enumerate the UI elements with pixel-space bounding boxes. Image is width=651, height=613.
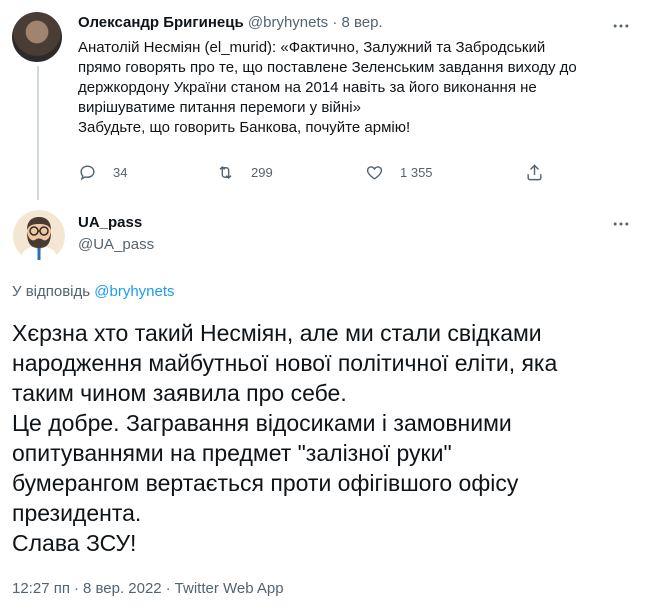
reply-text-line: Слава ЗСУ! [12,530,137,556]
share-icon [527,164,542,181]
reply-text-line: опитуваннями на предмет "залізної руки" [12,440,452,466]
replying-to-label: У відповідь @bryhynets [12,283,175,300]
more-horizontal-icon [613,222,629,226]
parent-author-avatar[interactable] [12,12,62,62]
reply-text-line: Це добре. Загравання відосиками і замовн… [12,410,512,436]
thread-connector-line [37,66,39,200]
parent-tweet-date[interactable]: 8 вер. [342,14,383,31]
retweet-count: 299 [251,165,273,180]
reply-author-handle[interactable]: @UA_pass [78,236,154,253]
reply-tweet-text: Хєрзна хто такий Несміян, але ми стали с… [12,318,632,558]
header-separator: · [332,14,338,31]
reply-text-line: бумерангом вертається проти офігівшого о… [12,470,519,496]
parent-more-options-button[interactable] [609,14,633,38]
like-button[interactable]: 1 355 [365,163,433,182]
parent-text-line: держкордону України станом на 2014 навіт… [78,79,537,96]
reply-author-avatar[interactable] [13,210,65,262]
reply-text-line: народження майбутньої нової політичної е… [12,350,558,376]
parent-text-line: Забудьте, що говорить Банкова, почуйте а… [78,119,411,136]
heart-icon [366,166,383,180]
reply-text-line: таким чином заявила про себе. [12,380,347,406]
reply-more-options-button[interactable] [609,212,633,236]
reply-icon [80,165,95,181]
parent-text-line: Анатолій Несміян (el_murid): «Фактично, … [78,39,546,56]
parent-tweet-actions: 34 299 1 355 [78,163,558,183]
reply-button[interactable]: 34 [78,163,127,182]
reply-prefix: У відповідь [12,283,91,300]
like-count: 1 355 [400,165,433,180]
parent-text-line: вирішуватиме питання перемоги у війні» [78,99,361,116]
reply-author-name[interactable]: UA_pass [78,214,142,231]
reply-text-line: Хєрзна хто такий Несміян, але ми стали с… [12,320,542,346]
retweet-icon [219,165,232,180]
bearded-man-avatar-icon [13,210,65,262]
parent-author-name[interactable]: Олександр Бригинець [78,14,244,31]
reply-to-handle-link[interactable]: @bryhynets [94,283,174,300]
tweet-metadata: 12:27 пп · 8 вер. 2022 · Twitter Web App [12,580,284,597]
meta-separator: · [165,580,171,597]
parent-text-line: прямо говорять про те, що поставлене Зел… [78,59,577,76]
reply-count: 34 [113,165,128,180]
tweet-source[interactable]: Twitter Web App [175,580,284,597]
reply-text-line: президента. [12,500,142,526]
more-horizontal-icon [613,24,629,28]
retweet-button[interactable]: 299 [216,163,273,182]
parent-tweet-header: Олександр Бригинець @bryhynets · 8 вер. [78,14,383,31]
tweet-date[interactable]: 8 вер. 2022 [83,580,162,597]
parent-tweet-text: Анатолій Несміян (el_murid): «Фактично, … [78,38,618,138]
parent-author-handle[interactable]: @bryhynets [248,14,328,31]
tweet-time[interactable]: 12:27 пп [12,580,70,597]
share-button[interactable] [525,163,560,182]
meta-separator: · [73,580,79,597]
